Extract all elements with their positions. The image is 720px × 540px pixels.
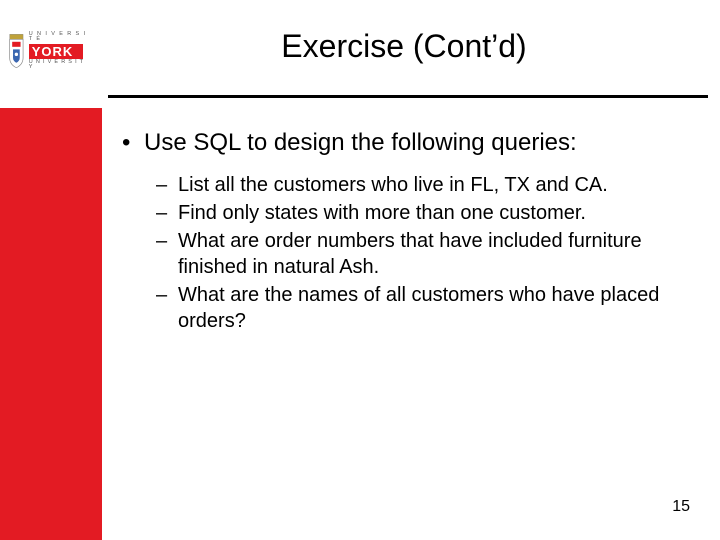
logo-crest-icon <box>8 29 25 73</box>
dash-icon: – <box>156 282 178 334</box>
title-underline <box>108 95 708 98</box>
slide-body: • Use SQL to design the following querie… <box>122 128 680 336</box>
bullet-text: Use SQL to design the following queries: <box>144 128 577 158</box>
sub-bullet-item: – Find only states with more than one cu… <box>156 200 680 226</box>
sub-bullet-text: Find only states with more than one cust… <box>178 200 586 226</box>
slide-page-number: 15 <box>672 498 690 516</box>
logo-text: U N I V E R S I T É YORK U N I V E R S I… <box>29 32 90 71</box>
york-university-logo: U N I V E R S I T É YORK U N I V E R S I… <box>8 26 90 76</box>
dash-icon: – <box>156 172 178 198</box>
sub-bullet-item: – What are the names of all customers wh… <box>156 282 680 334</box>
sub-bullet-text: List all the customers who live in FL, T… <box>178 172 608 198</box>
sub-bullet-text: What are the names of all customers who … <box>178 282 680 334</box>
logo-university-label: U N I V E R S I T Y <box>29 60 90 71</box>
logo-york-label: YORK <box>29 44 83 59</box>
left-red-accent-bar <box>0 108 102 540</box>
sub-bullet-item: – What are order numbers that have inclu… <box>156 228 680 280</box>
dash-icon: – <box>156 228 178 280</box>
sub-bullet-list: – List all the customers who live in FL,… <box>156 172 680 334</box>
slide-header: U N I V E R S I T É YORK U N I V E R S I… <box>0 0 720 108</box>
bullet-dot-icon: • <box>122 128 144 158</box>
slide-title: Exercise (Cont’d) <box>108 28 700 65</box>
sub-bullet-text: What are order numbers that have include… <box>178 228 680 280</box>
dash-icon: – <box>156 200 178 226</box>
sub-bullet-item: – List all the customers who live in FL,… <box>156 172 680 198</box>
bullet-item: • Use SQL to design the following querie… <box>122 128 680 158</box>
logo-universite-label: U N I V E R S I T É <box>29 32 90 43</box>
